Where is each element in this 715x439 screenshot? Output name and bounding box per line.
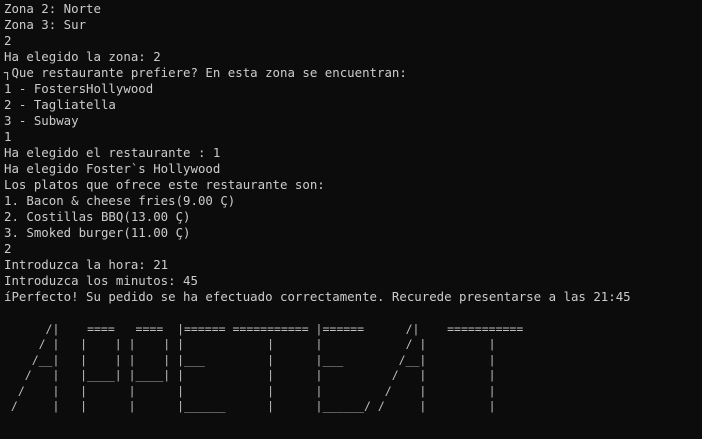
ascii-logo-line: / | |____| |____| | | | / | | (4, 368, 496, 382)
console-line: 3. Smoked burger(11.00 Ç) (4, 225, 191, 240)
console-window: Zona 2: Norte Zona 3: Sur 2 Ha elegido l… (0, 0, 715, 439)
console-line: 2 (4, 33, 12, 48)
console-line: 2 - Tagliatella (4, 97, 116, 112)
console-line: 1. Bacon & cheese fries(9.00 Ç) (4, 193, 236, 208)
console-line: Ha elegido la zona: 2 (4, 49, 161, 64)
console-line: Zona 3: Sur (4, 17, 87, 32)
ascii-logo-line: / | | | |______ | |______/ / | | (4, 399, 496, 413)
ascii-logo-line: / | | | | | | | | / | | (4, 337, 496, 351)
console-line: Introduzca la hora: 21 (4, 257, 169, 272)
ascii-logo-line: / | | | | | | / | | (4, 383, 496, 398)
console-line: Los platos que ofrece este restaurante s… (4, 177, 325, 192)
console-line: Introduzca los minutos: 45 (4, 273, 198, 288)
ascii-logo-line: /__| | | | | |___ | |___ /__| | (4, 352, 496, 367)
console-line: 3 - Subway (4, 113, 79, 128)
console-line: Ha elegido Foster`s Hollywood (4, 161, 221, 176)
ascii-logo-line: /| ==== ==== |====== =========== |======… (4, 321, 524, 336)
window-margin (702, 0, 715, 439)
console-line: 1 - FostersHollywood (4, 81, 154, 96)
console-line: ┐Que restaurante prefiere? En esta zona … (4, 65, 407, 80)
console-line: 2 (4, 241, 12, 256)
console-line: Zona 2: Norte (4, 1, 101, 16)
console-line: 1 (4, 129, 12, 144)
ascii-logo-line (4, 306, 702, 322)
console-line: 2. Costillas BBQ(13.00 Ç) (4, 209, 191, 224)
console-line: Ha elegido el restaurante : 1 (4, 145, 221, 160)
console-line: íPerfecto! Su pedido se ha efectuado cor… (4, 289, 631, 304)
console-output[interactable]: Zona 2: Norte Zona 3: Sur 2 Ha elegido l… (0, 0, 702, 439)
ascii-logo: /| ==== ==== |====== =========== |======… (4, 306, 702, 415)
